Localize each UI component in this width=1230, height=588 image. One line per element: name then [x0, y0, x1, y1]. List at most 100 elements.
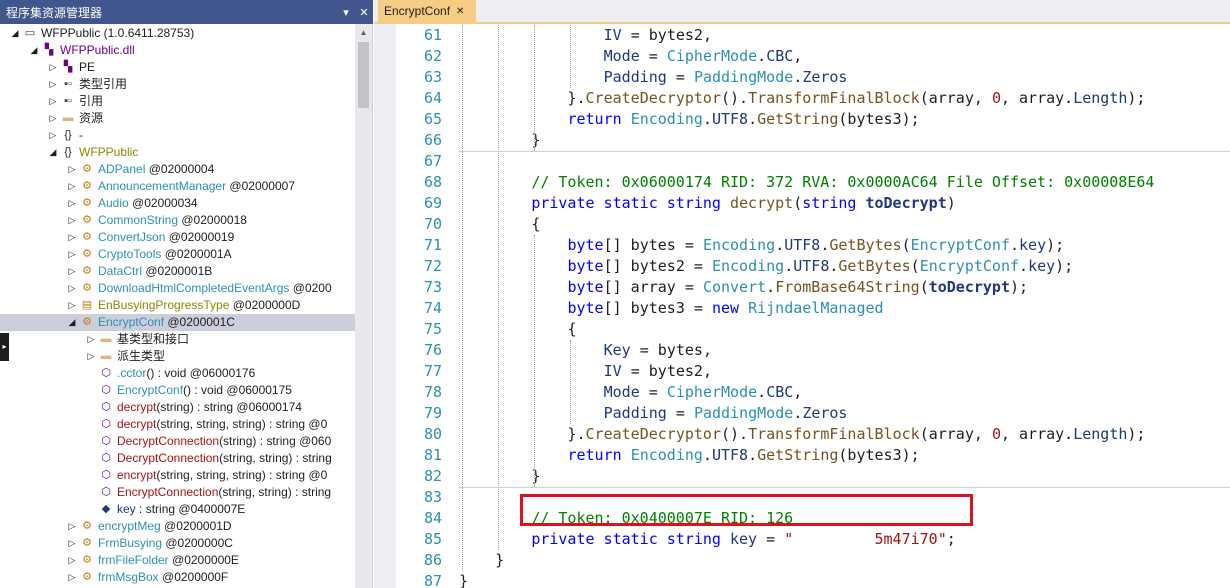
- expand-arrow-icon[interactable]: ▷: [67, 263, 77, 280]
- class-icon: ⚙: [82, 554, 92, 566]
- code-token: IV: [603, 26, 622, 44]
- collapse-arrow-icon[interactable]: ◢: [10, 25, 20, 42]
- code-token: =: [666, 68, 694, 86]
- code-token: , array.: [1000, 425, 1074, 443]
- tree-node[interactable]: ▷ ⚙ FrmBusying @0200000C: [0, 535, 355, 552]
- code-token: (: [919, 278, 929, 296]
- tree-node[interactable]: ▷ ⚙ frmMsgBox @0200000F: [0, 569, 355, 586]
- expand-arrow-icon[interactable]: ▷: [67, 552, 77, 569]
- tree-node[interactable]: ⬡ decrypt(string) : string @06000174: [0, 399, 355, 416]
- expand-arrow-icon[interactable]: ▷: [67, 518, 77, 535]
- expand-arrow-icon[interactable]: ▷: [67, 161, 77, 178]
- tree-node[interactable]: ▷ ⚙ encryptMeg @0200001D: [0, 518, 355, 535]
- module-icon: ▚: [44, 44, 54, 56]
- tab-encryptconf[interactable]: EncryptConf ✕: [378, 0, 476, 22]
- expand-arrow-icon[interactable]: ▷: [67, 178, 77, 195]
- assembly-explorer-pane: 程序集资源管理器 ▾ ✕ ◢ ▭ WFPPublic (1.0.6411.28753…: [0, 0, 373, 588]
- tree-node[interactable]: ◢ ▚ WFPPublic.dll: [0, 42, 355, 59]
- code-token: Mode: [603, 47, 640, 65]
- expand-arrow-icon[interactable]: ▷: [67, 229, 77, 246]
- tree-label-part: string: [160, 400, 190, 414]
- tree-node[interactable]: ◢ {} WFPPublic: [0, 144, 355, 161]
- tree-node[interactable]: ▷ ▬ 资源: [0, 110, 355, 127]
- line-number: 65: [423, 110, 442, 128]
- code-line: 65 return Encoding.UTF8.GetString(bytes3)…: [374, 109, 1230, 130]
- tree-node[interactable]: ◢ ▭ WFPPublic (1.0.6411.28753): [0, 25, 355, 42]
- code-text: return Encoding.UTF8.GetString(bytes3);: [567, 445, 919, 466]
- tree-node[interactable]: ⬡ EncryptConnection(string, string) : str…: [0, 484, 355, 501]
- code-token: .: [793, 404, 803, 422]
- expand-arrow-icon[interactable]: ▷: [48, 93, 58, 110]
- expand-arrow-icon[interactable]: ▷: [48, 76, 58, 93]
- tree-node[interactable]: ◢ ⚙ EncryptConf @0200001C: [0, 314, 355, 331]
- tree-node-label: DownloadHtmlCompletedEventArgs @0200: [98, 280, 332, 297]
- tree-scrollbar[interactable]: ▲: [355, 24, 372, 588]
- tree-node[interactable]: ▷ ⚙ AnnouncementManager @02000007: [0, 178, 355, 195]
- expand-arrow-icon[interactable]: ▷: [67, 535, 77, 552]
- collapse-pane-icon[interactable]: ▸: [0, 333, 9, 361]
- code-token: Mode: [603, 383, 640, 401]
- folder-icon: ▬: [100, 333, 112, 345]
- tree-node[interactable]: ⬡ .cctor() : void @06000176: [0, 365, 355, 382]
- scroll-up-icon[interactable]: ▲: [355, 24, 372, 41]
- tree-label-part: () :: [183, 383, 202, 397]
- collapse-arrow-icon[interactable]: ◢: [29, 42, 39, 59]
- expand-arrow-icon[interactable]: ▷: [86, 348, 96, 365]
- code-token: Encoding: [711, 257, 785, 275]
- close-pane-icon[interactable]: ✕: [355, 6, 373, 19]
- line-number: 68: [423, 173, 442, 191]
- code-token: decrypt: [730, 194, 794, 212]
- line-number: 79: [423, 404, 442, 422]
- tree-node[interactable]: ⬡ DecryptConnection(string) : string @060: [0, 433, 355, 450]
- tree-node[interactable]: ⬡ encrypt(string, string, string) : strin…: [0, 467, 355, 484]
- tree-node[interactable]: ▷ ⚙ CryptoTools @0200001A: [0, 246, 355, 263]
- tree-node[interactable]: ▷ ▪▫ 引用: [0, 93, 355, 110]
- tree-node[interactable]: ◆ key : string @0400007E: [0, 501, 355, 518]
- references-icon: ▪▫: [64, 95, 72, 107]
- tree-node[interactable]: ▷ ⚙ Audio @02000034: [0, 195, 355, 212]
- tree-node[interactable]: ▷ ⚙ DownloadHtmlCompletedEventArgs @0200: [0, 280, 355, 297]
- tree-node[interactable]: ▷ ⚙ frmFileFolder @0200000E: [0, 552, 355, 569]
- tree-node[interactable]: ▷ ▚ PE: [0, 59, 355, 76]
- tree-node[interactable]: ▷ ▬ 基类型和接口: [0, 331, 355, 348]
- scrollbar-thumb[interactable]: [358, 42, 369, 108]
- code-line: 72 byte[] bytes2 = Encoding.UTF8.GetBytes…: [374, 256, 1230, 277]
- tree-node[interactable]: ▷ ⚙ ADPanel @02000004: [0, 161, 355, 178]
- tree-node[interactable]: ⬡ decrypt(string, string, string) : strin…: [0, 416, 355, 433]
- tree-label-part: FrmBusying: [98, 536, 163, 550]
- code-token: =: [666, 404, 694, 422]
- collapse-arrow-icon[interactable]: ◢: [48, 144, 58, 161]
- code-line: 73 byte[] array = Convert.FromBase64Strin…: [374, 277, 1230, 298]
- close-tab-icon[interactable]: ✕: [456, 6, 464, 17]
- dropdown-icon[interactable]: ▾: [337, 6, 355, 19]
- collapse-arrow-icon[interactable]: ◢: [67, 314, 77, 331]
- tree-node[interactable]: ▷ ▪▫ 类型引用: [0, 76, 355, 93]
- code-token: =: [639, 47, 667, 65]
- tree-node[interactable]: ⬡ DecryptConnection(string, string) : str…: [0, 450, 355, 467]
- tree-node[interactable]: ▷ ⚙ ConvertJson @02000019: [0, 229, 355, 246]
- expand-arrow-icon[interactable]: ▷: [67, 280, 77, 297]
- tree-node[interactable]: ▷ ⚙ DataCtrl @0200001B: [0, 263, 355, 280]
- expand-arrow-icon[interactable]: ▷: [67, 246, 77, 263]
- expand-arrow-icon[interactable]: ▷: [48, 127, 58, 144]
- tree-node[interactable]: ▷ {} -: [0, 127, 355, 144]
- code-line: 69 private static string decrypt(string t…: [374, 193, 1230, 214]
- code-text: Mode = CipherMode.CBC,: [604, 382, 803, 403]
- code-token: UTF8: [711, 446, 749, 464]
- code-token: ): [946, 194, 956, 212]
- expand-arrow-icon[interactable]: ▷: [67, 569, 77, 586]
- tree-node[interactable]: ⬡ EncryptConf() : void @06000175: [0, 382, 355, 399]
- tree-node[interactable]: ▷ ▬ 派生类型: [0, 348, 355, 365]
- expand-arrow-icon[interactable]: ▷: [67, 297, 77, 314]
- line-number: 61: [423, 26, 442, 44]
- expand-arrow-icon[interactable]: ▷: [48, 110, 58, 127]
- tree-node-label: decrypt(string, string, string) : string…: [117, 416, 327, 433]
- expand-arrow-icon[interactable]: ▷: [86, 331, 96, 348]
- expand-arrow-icon[interactable]: ▷: [67, 195, 77, 212]
- tree-node[interactable]: ▷ ▤ EnBusyingProgressType @0200000D: [0, 297, 355, 314]
- expand-arrow-icon[interactable]: ▷: [67, 212, 77, 229]
- expand-arrow-icon[interactable]: ▷: [48, 59, 58, 76]
- code-token: =: [639, 383, 667, 401]
- code-token: .: [757, 383, 767, 401]
- tree-node[interactable]: ▷ ⚙ CommonString @02000018: [0, 212, 355, 229]
